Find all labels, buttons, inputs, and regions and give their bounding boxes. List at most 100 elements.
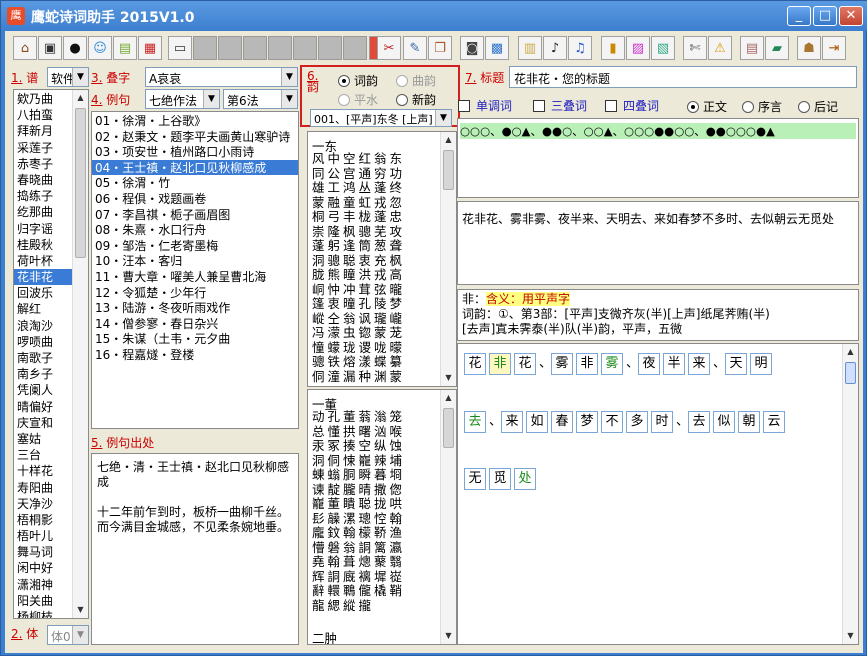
tune-item[interactable]: 归字谣 [14, 221, 72, 237]
tools-icon[interactable]: ✄ [683, 36, 707, 60]
tune-item[interactable]: 梧叶儿 [14, 528, 72, 544]
example-item[interactable]: 09・邹浩・仁老寄墨梅 [92, 238, 298, 254]
tune-item[interactable]: 杨柳枝 [14, 609, 72, 618]
example-item[interactable]: 12・令狐楚・少年行 [92, 285, 298, 301]
image-icon[interactable]: ▣ [38, 36, 62, 60]
tune-item[interactable]: 塞姑 [14, 431, 72, 447]
diezi-select[interactable]: A哀哀 ▼ [145, 67, 298, 87]
rhyme-row[interactable]: 动孔董蓊滃笼 [312, 409, 405, 425]
grid-cell[interactable]: 梦 [576, 411, 598, 433]
rhyme-row[interactable]: 篷衷曈孔陵梦 [312, 296, 405, 312]
tune-item[interactable]: 闲中好 [14, 560, 72, 576]
rhyme-row[interactable]: 蝀螉胴瞬暮埛 [312, 467, 405, 483]
tune-item[interactable]: 梧桐影 [14, 512, 72, 528]
houji-radio[interactable]: 后记 [798, 98, 838, 115]
title-input[interactable]: 花非花・您的标题 [509, 66, 857, 88]
example-item[interactable]: 07・李昌祺・栀子画眉图 [92, 207, 298, 223]
title-bar[interactable]: 鹰 鹰蛇诗词助手 2015V1.0 _ □ ✕ [1, 1, 867, 31]
tune-item[interactable]: 赤枣子 [14, 156, 72, 172]
grid-scrollbar[interactable]: ▲ ▼ [842, 344, 858, 644]
grid-cell[interactable]: 不 [601, 411, 623, 433]
rhyme-row[interactable]: 憧蠓珑谡咙曚 [312, 340, 405, 356]
tune-item[interactable]: 三台 [14, 447, 72, 463]
tune-item[interactable]: 荷叶杯 [14, 253, 72, 269]
tune-item[interactable]: 春晓曲 [14, 172, 72, 188]
char-grid-panel[interactable]: 花非花、雾非雾、夜半来、天明去、来如春梦不多时、去似朝云无觅处 ▲ ▼ [457, 343, 859, 645]
rhyme-list-scrollbar[interactable]: ▲ ▼ [440, 390, 456, 644]
minimize-button[interactable]: _ [787, 6, 811, 26]
tune-item[interactable]: 晴偏好 [14, 399, 72, 415]
rhyme-row[interactable]: 总懂拱曙汹喉 [312, 424, 405, 440]
rhyme-row[interactable]: 桐弓丰栊蓬忠 [312, 209, 405, 225]
rhyme-row[interactable]: 髟髞漯璁悾翰 [312, 511, 405, 527]
grid-cell[interactable]: 无 [464, 468, 486, 490]
user-icon[interactable]: ☗ [797, 36, 821, 60]
rhyme-row[interactable]: 嵷仝翁讽瓏巄 [312, 311, 405, 327]
grid-cell[interactable]: 春 [551, 411, 573, 433]
ciyun-radio[interactable]: 词韵 [338, 72, 378, 89]
rhyme-list-ze[interactable]: 一董 动孔董蓊滃笼 总懂拱曙汹喉 汞冢揍空纵蚀 洞侗悚巃辣埔 蝀螉胴瞬暮埛 谏靛朧晴撒偬巃… [307, 389, 457, 645]
grid-cell[interactable]: 雾 [601, 353, 623, 375]
tune-item[interactable]: 采莲子 [14, 140, 72, 156]
example-item[interactable]: 08・朱熹・水口行舟 [92, 222, 298, 238]
tune-item[interactable]: 南歌子 [14, 350, 72, 366]
brush-icon[interactable]: ✎ [403, 36, 427, 60]
tune-item[interactable]: 天净沙 [14, 496, 72, 512]
scissors-x-icon[interactable]: ✂ [377, 36, 401, 60]
tune-item[interactable]: 解红 [14, 301, 72, 317]
quyun-radio[interactable]: 曲韵 [396, 72, 436, 89]
tune-item[interactable]: 阳关曲 [14, 593, 72, 609]
document-icon[interactable]: ▭ [168, 36, 192, 60]
grid-cell[interactable]: 如 [526, 411, 548, 433]
example-item[interactable]: 11・曹大章・嚁美人兼呈曹北海 [92, 269, 298, 285]
book-stack-icon[interactable]: ▤ [113, 36, 137, 60]
tune-item[interactable]: 回波乐 [14, 285, 72, 301]
rhyme-row[interactable]: 蒙融童虹戎忽 [312, 195, 405, 211]
rhyme-row[interactable]: 洞侗悚巃辣埔 [312, 453, 405, 469]
books-icon[interactable]: ▮ [601, 36, 625, 60]
tune-item[interactable]: 花非花 [14, 269, 72, 286]
example-item[interactable]: 05・徐渭・竹 [92, 175, 298, 191]
rhyme-list-scrollbar[interactable]: ▲ ▼ [440, 132, 456, 386]
grid-cell[interactable]: 似 [713, 411, 735, 433]
tune-item[interactable]: 拜新月 [14, 123, 72, 139]
ti-select[interactable]: 体0 ▼ [47, 625, 89, 645]
blank-icon[interactable] [268, 36, 292, 60]
penguin-icon[interactable]: ● [63, 36, 87, 60]
rhyme-row[interactable]: 洞骢聪衷充枫 [312, 253, 405, 269]
example-item[interactable]: 04・王士禛・赵北口见秋柳感成 [92, 159, 298, 176]
example-item[interactable]: 10・汪本・客归 [92, 253, 298, 269]
scroll-down-icon[interactable]: ▼ [441, 370, 456, 386]
exit-icon[interactable]: ⇥ [822, 36, 846, 60]
tune-item[interactable]: 纥那曲 [14, 204, 72, 220]
rhyme-row[interactable]: 辭轘鶤儱橇鞘 [312, 583, 405, 599]
qijue-select[interactable]: 七绝作法 ▼ [145, 89, 220, 109]
grid-cell[interactable]: 花 [514, 353, 536, 375]
grid-cell[interactable]: 半 [663, 353, 685, 375]
home-icon[interactable]: ⌂ [13, 36, 37, 60]
rhyme-row[interactable]: 懵磐翁詷篱瀛 [312, 540, 405, 556]
rhyme-row[interactable]: 巃董瞶聪拢哄 [312, 496, 405, 512]
rhyme-list-ping[interactable]: 一东 风中空红翁东 同公宫通穷功 雄工鸿丛蓬终 蒙融童虹戎忽 桐弓丰栊蓬忠 崇隆枫骢芜攻蓬… [307, 131, 457, 387]
grid-cell[interactable]: 多 [626, 411, 648, 433]
rhyme-row[interactable]: 侗潼漏种渊蒙 [312, 369, 405, 385]
rhyme-row[interactable]: 龐鈫翰檬鞒渔 [312, 525, 405, 541]
maximize-button[interactable]: □ [813, 6, 837, 26]
example-item[interactable]: 15・朱谋（土韦・元夕曲 [92, 331, 298, 347]
grid-cell[interactable]: 去 [688, 411, 710, 433]
tune-item[interactable]: 捣练子 [14, 188, 72, 204]
grid-cell[interactable]: 明 [750, 353, 772, 375]
rhyme-row[interactable]: 崇隆枫骢芜攻 [312, 224, 405, 240]
example-item[interactable]: 13・陆游・冬夜听雨戏作 [92, 300, 298, 316]
xuyan-radio[interactable]: 序言 [742, 98, 782, 115]
grid-color-icon[interactable]: ▦ [138, 36, 162, 60]
dandiao-checkbox[interactable]: 单调词 [458, 97, 512, 114]
grid-cell[interactable]: 花 [464, 353, 486, 375]
grid-cell[interactable]: 朝 [738, 411, 760, 433]
rhyme-row[interactable]: 谏靛朧晴撒偬 [312, 482, 405, 498]
warning-icon[interactable]: ⚠ [708, 36, 732, 60]
grid-cell[interactable]: 云 [763, 411, 785, 433]
poem-text[interactable]: 花非花、雾非雾、夜半来、天明去、来如春梦不多时、去似朝云无觅处 [457, 201, 859, 285]
xinyun-radio[interactable]: 新韵 [396, 91, 436, 108]
notebook-icon[interactable]: ▥ [518, 36, 542, 60]
